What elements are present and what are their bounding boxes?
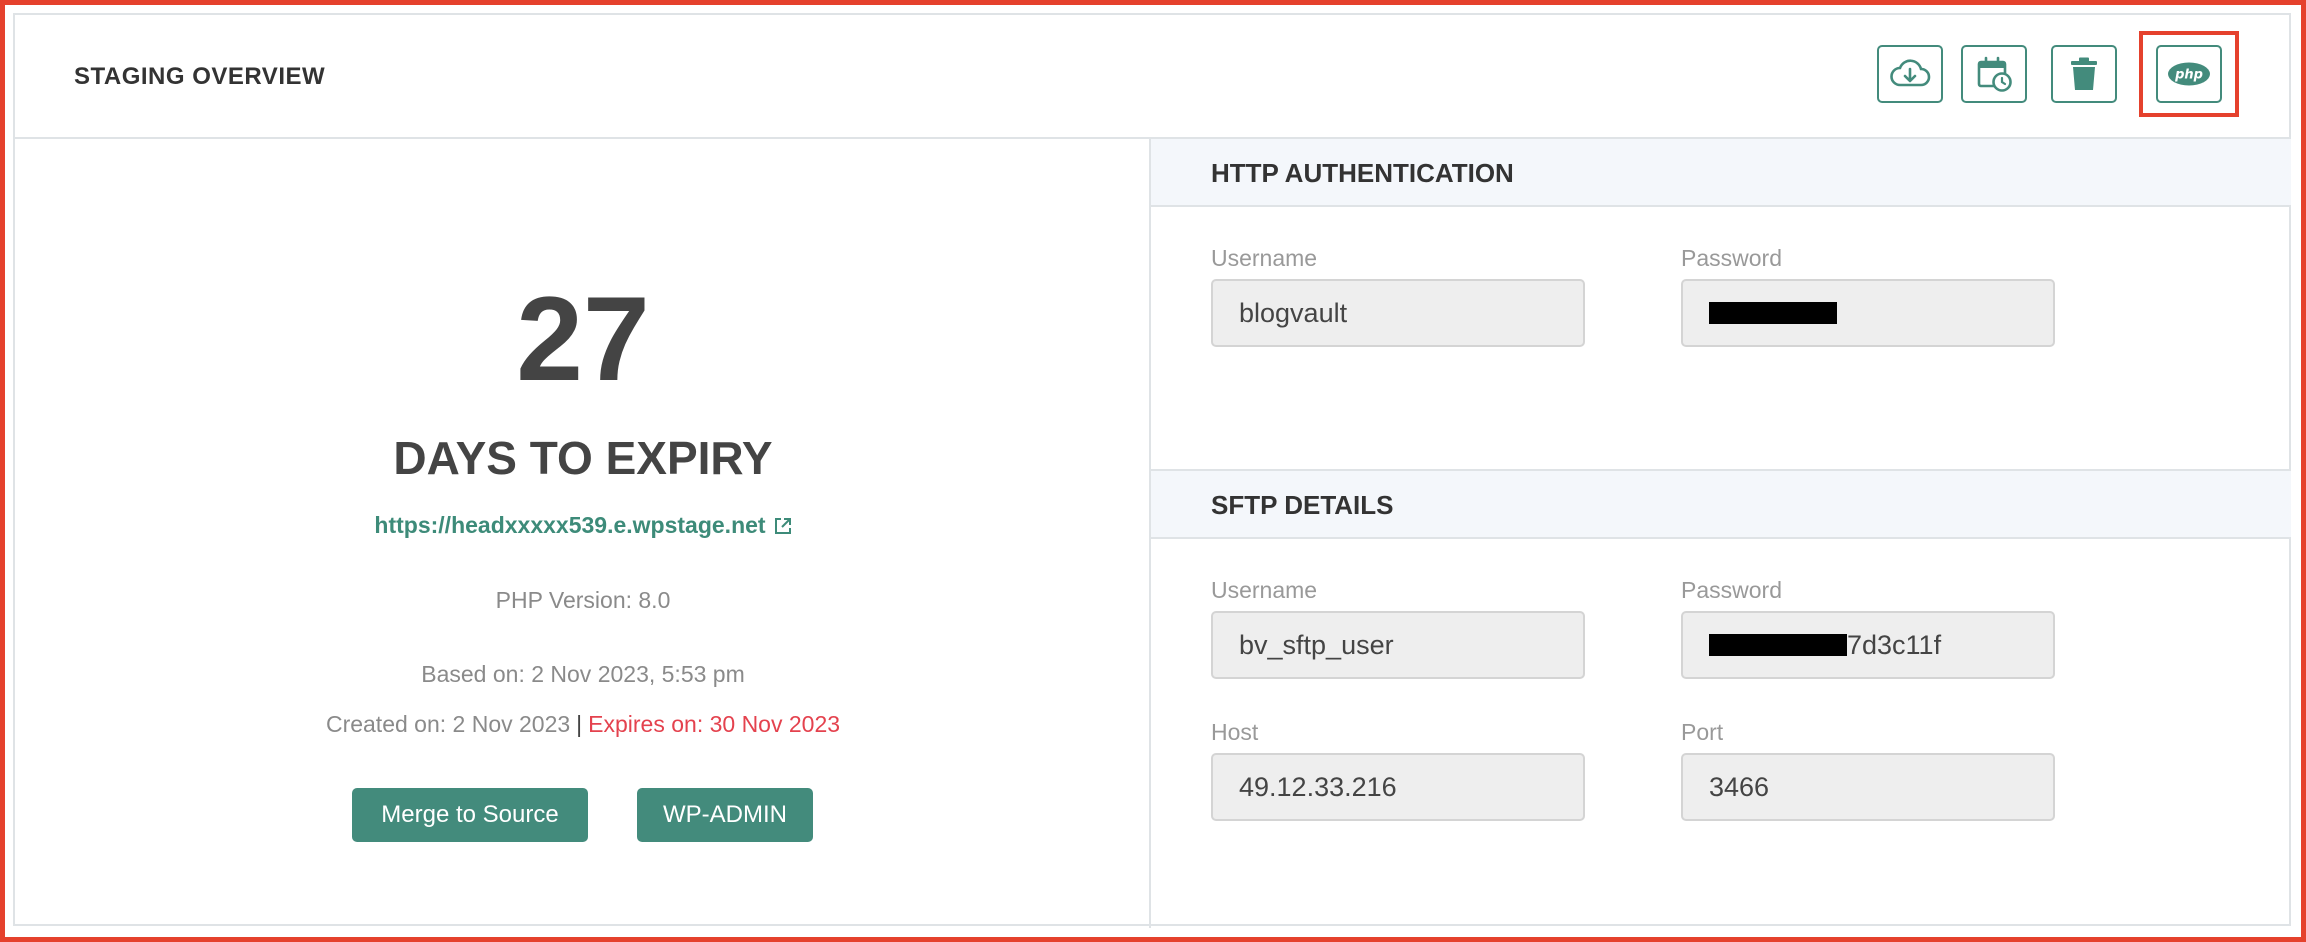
days-to-expiry-count: 27 xyxy=(516,272,650,406)
calendar-clock-icon xyxy=(1977,56,2012,92)
http-username-label: Username xyxy=(1211,245,1318,271)
sftp-password-suffix: 7d3c11f xyxy=(1847,629,1942,660)
based-on-date: Based on: 2 Nov 2023, 5:53 pm xyxy=(421,661,745,687)
sftp-details-header: SFTP DETAILS xyxy=(1151,469,2291,539)
sftp-host-label: Host xyxy=(1211,719,1259,745)
expires-on-date: Expires on: 30 Nov 2023 xyxy=(588,711,841,737)
external-link-icon xyxy=(774,518,791,534)
php-version: PHP Version: 8.0 xyxy=(495,587,671,613)
http-auth-title: HTTP AUTHENTICATION xyxy=(1211,158,1514,188)
sftp-username-field[interactable]: bv_sftp_user xyxy=(1211,611,1585,679)
expiry-panel: 27 DAYS TO EXPIRY https://headxxxxx539.e… xyxy=(15,139,1151,928)
redacted-password xyxy=(1709,302,1837,324)
wp-admin-button[interactable]: WP-ADMIN xyxy=(637,788,813,842)
sftp-details-title: SFTP DETAILS xyxy=(1211,490,1394,520)
created-on-date: Created on: 2 Nov 2023 xyxy=(325,711,571,737)
redacted-password xyxy=(1709,634,1847,656)
merge-to-source-button[interactable]: Merge to Source xyxy=(352,788,588,842)
schedule-button[interactable] xyxy=(1961,45,2027,103)
sftp-port-label: Port xyxy=(1681,719,1724,745)
page-title: STAGING OVERVIEW xyxy=(74,63,326,90)
staging-site-link[interactable]: https://headxxxxx539.e.wpstage.net xyxy=(15,512,1151,539)
created-expires-line: Created on: 2 Nov 2023 | Expires on: 30 No… xyxy=(15,711,1151,738)
separator: | xyxy=(576,711,583,737)
trash-icon xyxy=(2071,57,2097,90)
http-username-field[interactable]: blogvault xyxy=(1211,279,1585,347)
sftp-port-field[interactable]: 3466 xyxy=(1681,753,2055,821)
staging-url[interactable]: https://headxxxxx539.e.wpstage.net xyxy=(374,512,765,538)
credentials-panel: HTTP AUTHENTICATION Username blogvault P… xyxy=(1151,137,2291,928)
sftp-host-field[interactable]: 49.12.33.216 xyxy=(1211,753,1585,821)
card-header: STAGING OVERVIEW php xyxy=(15,15,2289,139)
staging-overview-card: STAGING OVERVIEW php 27 DAYS TO EXPIRY h… xyxy=(13,13,2291,928)
delete-staging-button[interactable] xyxy=(2051,45,2117,103)
http-password-field[interactable] xyxy=(1681,279,2055,347)
sftp-username-label: Username xyxy=(1211,577,1318,603)
days-to-expiry-label: DAYS TO EXPIRY xyxy=(393,432,773,484)
sftp-password-field[interactable]: 7d3c11f xyxy=(1681,611,2055,679)
php-button-highlight xyxy=(2139,31,2239,117)
sftp-password-label: Password xyxy=(1681,577,1782,603)
http-password-label: Password xyxy=(1681,245,1782,271)
download-backup-button[interactable] xyxy=(1877,45,1943,103)
cloud-download-icon xyxy=(1890,59,1931,87)
http-auth-header: HTTP AUTHENTICATION xyxy=(1151,137,2291,207)
